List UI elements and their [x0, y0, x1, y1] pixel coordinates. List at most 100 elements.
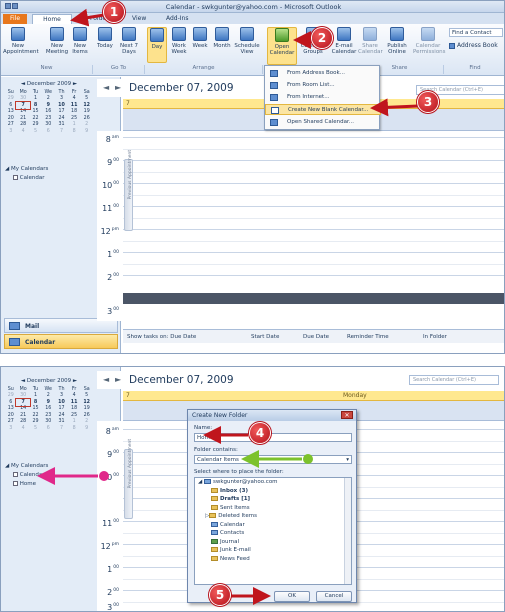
address-book-button[interactable]: Address Book [449, 41, 503, 50]
month-button[interactable]: Month [211, 27, 233, 49]
tree-item-journal[interactable]: Journal [195, 538, 351, 547]
new-items-button[interactable]: New Items [69, 27, 91, 55]
new-items-icon [73, 27, 87, 41]
tree-item-deleted-items[interactable]: ▷ Deleted Items [195, 512, 351, 521]
tree-item-contacts[interactable]: Contacts [195, 529, 351, 538]
folder-icon [211, 496, 218, 501]
back-arrow-icon[interactable]: ◄ [103, 375, 109, 384]
time-label: 1100 [102, 204, 119, 213]
search-calendar-input[interactable]: Search Calendar (Ctrl+E) [409, 375, 499, 385]
callout-1: 1 [104, 2, 124, 22]
next-month-arrow[interactable]: ► [71, 81, 77, 87]
forward-arrow-icon[interactable]: ► [115, 83, 121, 92]
calendar-tree: ◢ My Calendars Calendar Home [5, 462, 48, 489]
menu-item-open-shared-calendar[interactable]: Open Shared Calendar... [265, 117, 381, 128]
menu-item-create-new-blank-calendar[interactable]: Create New Blank Calendar... [265, 104, 381, 115]
next-7-days-button[interactable]: Next 7 Days [117, 27, 141, 55]
internet-icon [270, 94, 278, 101]
ribbon: New Appointment New Meeting New Items To… [1, 24, 504, 76]
day-view-button[interactable]: Day [147, 27, 167, 63]
time-label: 12pm [100, 542, 119, 551]
checkbox-icon[interactable] [13, 481, 18, 486]
tree-item-inbox[interactable]: Inbox (3) [195, 487, 351, 496]
open-calendar-menu: From Address Book... From Room List... F… [264, 65, 381, 130]
tab-home[interactable]: Home [32, 14, 72, 24]
folder-contains-select[interactable]: Calendar Items ▾ [194, 455, 352, 464]
close-icon[interactable]: ✕ [341, 411, 353, 419]
forward-arrow-icon[interactable]: ► [115, 375, 121, 384]
shared-calendar-icon [270, 119, 278, 126]
publish-online-button[interactable]: Publish Online [384, 27, 410, 55]
tab-view[interactable]: View [127, 14, 151, 24]
name-label: Name: [194, 425, 213, 431]
tree-item-account[interactable]: ◢ swkgunter@yahoo.com [195, 478, 351, 487]
tree-item-news-feed[interactable]: News Feed [195, 555, 351, 564]
callout-5: 5 [210, 585, 230, 605]
tree-calendar-item[interactable]: Calendar [5, 174, 48, 183]
folder-contains-label: Folder contains: [194, 447, 238, 453]
folder-name-input[interactable]: Home [194, 433, 352, 442]
open-calendar-button[interactable]: Open Calendar [267, 27, 297, 65]
new-appointment-button[interactable]: New Appointment [3, 27, 39, 55]
address-book-icon [449, 42, 455, 49]
checkbox-icon[interactable] [13, 175, 18, 180]
tab-add-ins[interactable]: Add-Ins [161, 14, 193, 24]
time-label: 200 [107, 588, 119, 597]
meeting-icon [50, 27, 64, 41]
tree-home-item[interactable]: Home [5, 480, 48, 489]
menu-item-from-internet[interactable]: From Internet... [265, 92, 381, 103]
checkbox-icon[interactable] [13, 472, 18, 477]
address-book-icon [270, 70, 278, 77]
tab-file[interactable]: File [3, 14, 27, 24]
day-column-header[interactable]: 7 Monday [123, 391, 504, 401]
calendar-permissions-button[interactable]: Calendar Permissions [413, 27, 446, 55]
email-calendar-button[interactable]: E-mail Calendar [331, 27, 357, 55]
tree-item-junk-email[interactable]: Junk E-mail [195, 546, 351, 555]
folder-icon [209, 513, 217, 518]
appointment-icon [11, 27, 25, 41]
time-ruler: 8am 900 1000 1100 12pm 100 200 300 [97, 421, 123, 612]
calendar-tree: ◢ My Calendars Calendar [5, 165, 48, 183]
menu-item-from-address-book[interactable]: From Address Book... [265, 68, 381, 79]
time-label: 1000 [102, 473, 119, 482]
schedule-view-button[interactable]: Schedule View [234, 27, 260, 55]
share-calendar-button[interactable]: Share Calendar [358, 27, 383, 55]
folder-tree[interactable]: ◢ swkgunter@yahoo.com Inbox (3) Drafts [… [194, 477, 352, 585]
select-place-label: Select where to place the folder: [194, 469, 284, 475]
ok-button[interactable]: OK [274, 591, 310, 602]
tree-my-calendars[interactable]: ◢ My Calendars [5, 165, 48, 174]
new-meeting-button[interactable]: New Meeting [45, 27, 69, 55]
time-label: 900 [107, 158, 119, 167]
window-title: Calendar - swkgunter@yahoo.com - Microso… [165, 3, 342, 11]
mini-calendar: ◄ December 2009 ► Su Mo Tu We Th Fr Sa 29 30 1 2 3… [5, 80, 93, 135]
tree-my-calendars[interactable]: ◢ My Calendars [5, 462, 48, 471]
mini-calendar: ◄ December 2009 ► Su Mo Tu We Th Fr Sa 29 30 1 2 3… [5, 377, 93, 432]
menu-item-from-room-list[interactable]: From Room List... [265, 80, 381, 91]
week-icon [193, 27, 207, 41]
tree-item-sent-items[interactable]: Sent Items [195, 504, 351, 513]
today-button[interactable]: Today [95, 27, 115, 49]
previous-appointment-tab[interactable]: Previous Appointment [124, 150, 133, 231]
email-calendar-icon [337, 27, 351, 41]
time-label: 300 [107, 603, 119, 612]
group-find: Find [469, 65, 481, 71]
tree-item-drafts[interactable]: Drafts [1] [195, 495, 351, 504]
find-contact-input[interactable]: Find a Contact [449, 28, 503, 37]
day-grid[interactable] [123, 131, 504, 321]
back-arrow-icon[interactable]: ◄ [103, 83, 109, 92]
next-month-arrow[interactable]: ► [71, 378, 77, 384]
tree-calendar-item[interactable]: Calendar [5, 471, 48, 480]
cancel-button[interactable]: Cancel [316, 591, 352, 602]
previous-appointment-tab[interactable]: Previous Appointment [124, 439, 133, 519]
work-week-button[interactable]: Work Week [169, 27, 189, 55]
journal-icon [211, 538, 218, 544]
date-heading: December 07, 2009 [129, 374, 234, 386]
ribbon-tabs: File Home Folder View Add-Ins [1, 13, 504, 24]
chevron-down-icon: ▾ [346, 457, 349, 463]
week-button[interactable]: Week [190, 27, 210, 49]
tree-item-calendar[interactable]: Calendar [195, 521, 351, 530]
time-label: 1100 [102, 519, 119, 528]
mini-calendar-grid: Su Mo Tu We Th Fr Sa 29 30 1 2 3 4 5 6 7 8 9 10 11 12 13 14… [7, 386, 91, 431]
folder-tree-scrollbar[interactable] [344, 478, 351, 584]
nav-calendar-button[interactable]: Calendar [4, 334, 118, 349]
